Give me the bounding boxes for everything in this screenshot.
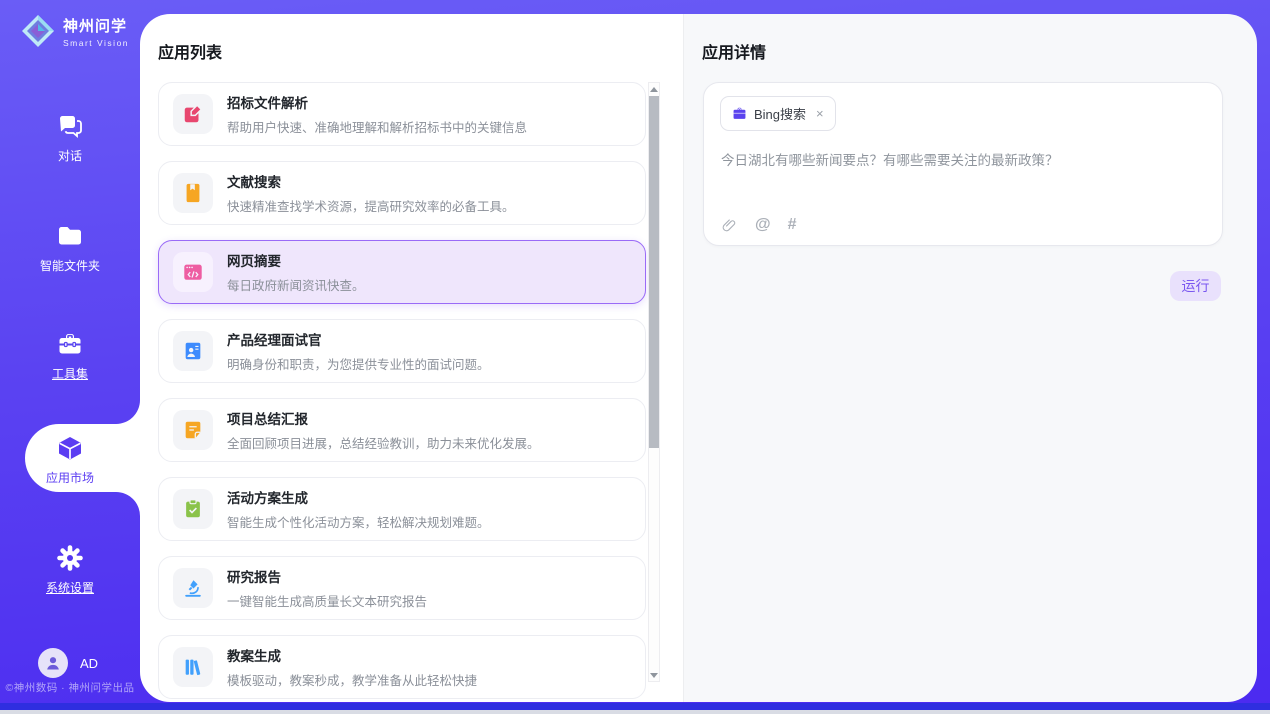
paperclip-icon[interactable] [721, 217, 738, 234]
app-cards: 招标文件解析 帮助用户快速、准确地理解和解析招标书中的关键信息 文献搜索 快速精… [158, 82, 646, 699]
app-card-project-summary[interactable]: 项目总结汇报 全面回顾项目进展，总结经验教训，助力未来优化发展。 [158, 398, 646, 462]
sidebar-item-app-market[interactable]: 应用市场 [0, 424, 140, 492]
resume-person-icon [173, 331, 213, 371]
app-card-lesson-plan[interactable]: 教案生成 模板驱动，教案秒成，教学准备从此轻松快捷 [158, 635, 646, 699]
sidebar-footer: ©神州数码 · 神州问学出品 [0, 680, 140, 695]
sidebar-item-label: 对话 [0, 147, 140, 164]
user-account[interactable]: AD [38, 648, 98, 678]
app-description: 明确身份和职责，为您提供专业性的面试问题。 [227, 354, 490, 373]
avatar [38, 648, 68, 678]
app-description: 帮助用户快速、准确地理解和解析招标书中的关键信息 [227, 117, 527, 136]
app-card-tender-analysis[interactable]: 招标文件解析 帮助用户快速、准确地理解和解析招标书中的关键信息 [158, 82, 646, 146]
folder-icon [56, 222, 84, 250]
app-detail-section: 应用详情 Bing搜索 × 今日湖北有哪些新闻要点？有哪些需要关注的最新政策？ … [683, 14, 1257, 702]
mention-icon[interactable]: @ [755, 216, 771, 234]
brand-subtitle: Smart Vision [63, 38, 129, 48]
sidebar-item-label: 智能文件夹 [0, 257, 140, 274]
toolbox-icon [56, 330, 84, 358]
app-description: 全面回顾项目进展，总结经验教训，助力未来优化发展。 [227, 433, 540, 452]
app-name: 招标文件解析 [227, 92, 527, 112]
app-card-event-plan[interactable]: 活动方案生成 智能生成个性化活动方案，轻松解决规划难题。 [158, 477, 646, 541]
app-name: 研究报告 [227, 566, 427, 586]
sidebar-item-label: 应用市场 [0, 469, 140, 486]
scroll-up-arrow-icon[interactable] [649, 83, 659, 95]
scrollbar-thumb[interactable] [649, 96, 659, 448]
scroll-down-arrow-icon[interactable] [649, 669, 659, 681]
app-card-research-report[interactable]: 研究报告 一键智能生成高质量长文本研究报告 [158, 556, 646, 620]
app-card-pm-interviewer[interactable]: 产品经理面试官 明确身份和职责，为您提供专业性的面试问题。 [158, 319, 646, 383]
edit-document-icon [173, 94, 213, 134]
app-description: 一键智能生成高质量长文本研究报告 [227, 591, 427, 610]
web-code-icon [173, 252, 213, 292]
app-list-title: 应用列表 [158, 39, 222, 63]
window-bottom-edge [0, 703, 1270, 710]
cube-icon [56, 434, 84, 462]
prompt-input[interactable]: 今日湖北有哪些新闻要点？有哪些需要关注的最新政策？ [721, 151, 1206, 171]
sidebar-item-settings[interactable]: 系统设置 [0, 544, 140, 596]
window-bottom-border [0, 710, 1270, 714]
content-panel: 应用列表 招标文件解析 帮助用户快速、准确地理解和解析招标书中的关键信息 文献搜… [140, 14, 1257, 702]
app-description: 智能生成个性化活动方案，轻松解决规划难题。 [227, 512, 490, 531]
app-name: 网页摘要 [227, 250, 365, 270]
run-button[interactable]: 运行 [1170, 271, 1221, 301]
app-card-literature-search[interactable]: 文献搜索 快速精准查找学术资源，提高研究效率的必备工具。 [158, 161, 646, 225]
sidebar-item-label: 工具集 [0, 365, 140, 382]
tool-chip-bing-search[interactable]: Bing搜索 × [720, 96, 836, 131]
hash-icon[interactable]: # [788, 216, 797, 234]
brand: 神州问学 Smart Vision [20, 13, 129, 49]
brand-logo-icon [20, 13, 56, 49]
sidebar: 神州问学 Smart Vision 对话 智能文件夹 工具集 [0, 0, 140, 714]
brand-title: 神州问学 [63, 15, 129, 36]
note-icon [173, 410, 213, 450]
chat-icon [56, 112, 84, 140]
composer-toolbar: @ # [721, 216, 797, 234]
app-detail-title: 应用详情 [702, 39, 766, 63]
app-name: 活动方案生成 [227, 487, 490, 507]
sidebar-item-chat[interactable]: 对话 [0, 112, 140, 164]
app-name: 项目总结汇报 [227, 408, 540, 428]
list-scrollbar[interactable] [648, 82, 660, 682]
app-name: 产品经理面试官 [227, 329, 490, 349]
briefcase-icon [732, 106, 747, 121]
app-list-section: 应用列表 招标文件解析 帮助用户快速、准确地理解和解析招标书中的关键信息 文献搜… [140, 14, 683, 702]
sidebar-item-label: 系统设置 [0, 579, 140, 596]
prompt-card: Bing搜索 × 今日湖北有哪些新闻要点？有哪些需要关注的最新政策？ @ # [703, 82, 1223, 246]
app-description: 模板驱动，教案秒成，教学准备从此轻松快捷 [227, 670, 477, 689]
app-description: 快速精准查找学术资源，提高研究效率的必备工具。 [227, 196, 515, 215]
sidebar-item-smart-folder[interactable]: 智能文件夹 [0, 222, 140, 274]
book-icon [173, 173, 213, 213]
gear-icon [56, 544, 84, 572]
app-card-web-summary[interactable]: 网页摘要 每日政府新闻资讯快查。 [158, 240, 646, 304]
avatar-icon [44, 654, 62, 672]
sidebar-item-toolset[interactable]: 工具集 [0, 330, 140, 382]
tool-chip-label: Bing搜索 [754, 104, 806, 123]
clipboard-check-icon [173, 489, 213, 529]
chip-close-icon[interactable]: × [816, 107, 824, 120]
app-name: 教案生成 [227, 645, 477, 665]
app-name: 文献搜索 [227, 171, 515, 191]
books-icon [173, 647, 213, 687]
microscope-icon [173, 568, 213, 608]
user-name: AD [80, 656, 98, 671]
app-description: 每日政府新闻资讯快查。 [227, 275, 365, 294]
